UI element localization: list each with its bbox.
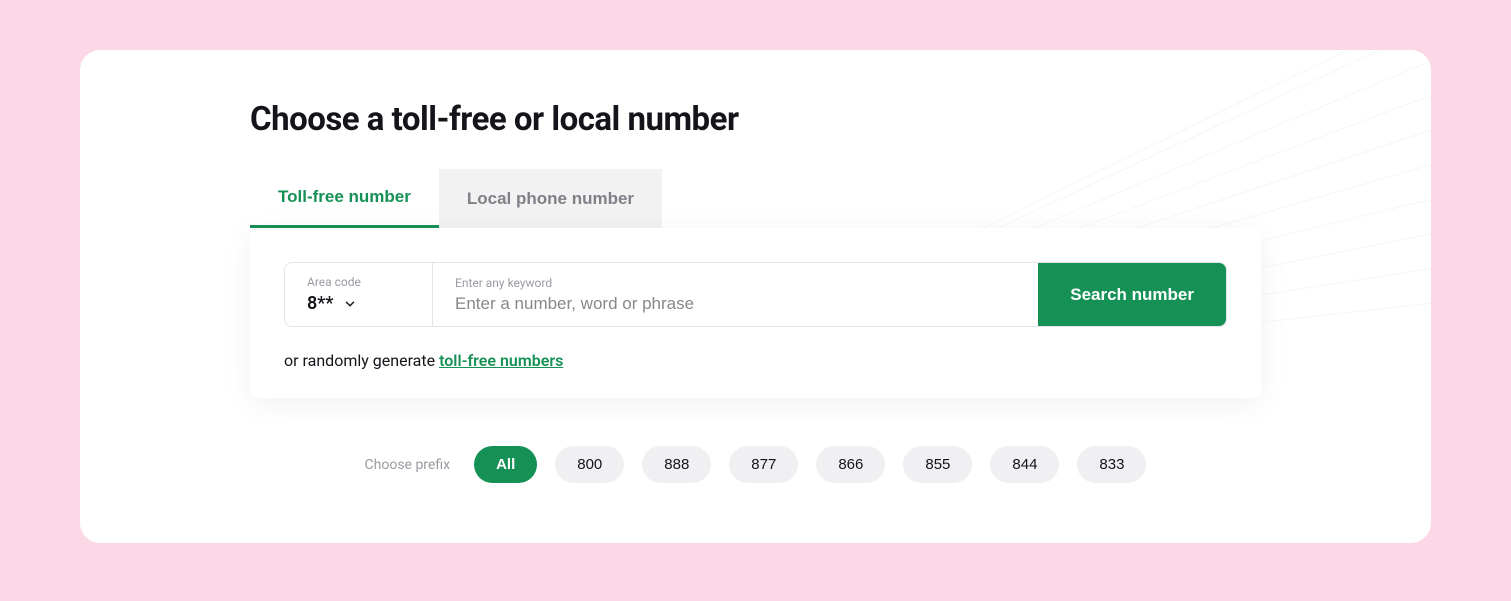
prefix-pill-844[interactable]: 844 [990,446,1059,483]
prefix-pill-855[interactable]: 855 [903,446,972,483]
prefix-chooser: Choose prefix All 800 888 877 866 855 844 833 [250,446,1261,483]
tab-local[interactable]: Local phone number [439,169,662,228]
prefix-pill-800[interactable]: 800 [555,446,624,483]
keyword-box: Enter any keyword [433,263,1038,326]
prefix-pill-all[interactable]: All [474,446,537,483]
search-number-button[interactable]: Search number [1038,263,1226,326]
prefix-pill-877[interactable]: 877 [729,446,798,483]
keyword-label: Enter any keyword [455,276,1016,290]
search-panel: Area code 8** Enter any keyword Search n… [250,228,1261,398]
number-type-tabs: Toll-free number Local phone number [250,169,1261,228]
tab-toll-free[interactable]: Toll-free number [250,169,439,228]
number-chooser-card: Choose a toll-free or local number Toll-… [80,50,1431,543]
prefix-pill-833[interactable]: 833 [1077,446,1146,483]
area-code-label: Area code [307,275,410,289]
search-row: Area code 8** Enter any keyword Search n… [284,262,1227,327]
area-code-dropdown[interactable]: Area code 8** [285,263,433,326]
prefix-label: Choose prefix [365,457,451,473]
prefix-pill-888[interactable]: 888 [642,446,711,483]
area-code-value: 8** [307,293,333,314]
random-toll-free-link[interactable]: toll-free numbers [439,351,563,370]
page-title: Choose a toll-free or local number [250,100,1261,139]
keyword-input[interactable] [455,294,1016,314]
prefix-pill-866[interactable]: 866 [816,446,885,483]
random-prefix-text: or randomly generate [284,351,439,370]
chevron-down-icon [343,297,357,311]
random-generate-row: or randomly generate toll-free numbers [284,351,1227,370]
